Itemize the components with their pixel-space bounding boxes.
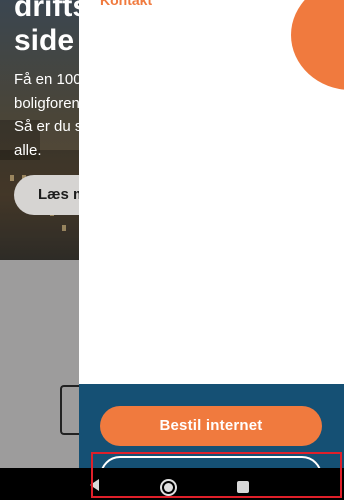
recents-icon[interactable] [237, 481, 249, 493]
decorative-circle [291, 0, 344, 90]
home-icon[interactable] [160, 479, 177, 496]
system-navigation-bar [0, 468, 344, 500]
navigation-drawer: Kontakt Bestil internet [79, 0, 344, 468]
secondary-button[interactable] [100, 456, 322, 468]
order-internet-button[interactable]: Bestil internet [100, 406, 322, 446]
back-icon[interactable] [90, 479, 99, 491]
contact-link[interactable]: Kontakt [100, 0, 152, 8]
drawer-footer: Bestil internet [79, 384, 344, 468]
